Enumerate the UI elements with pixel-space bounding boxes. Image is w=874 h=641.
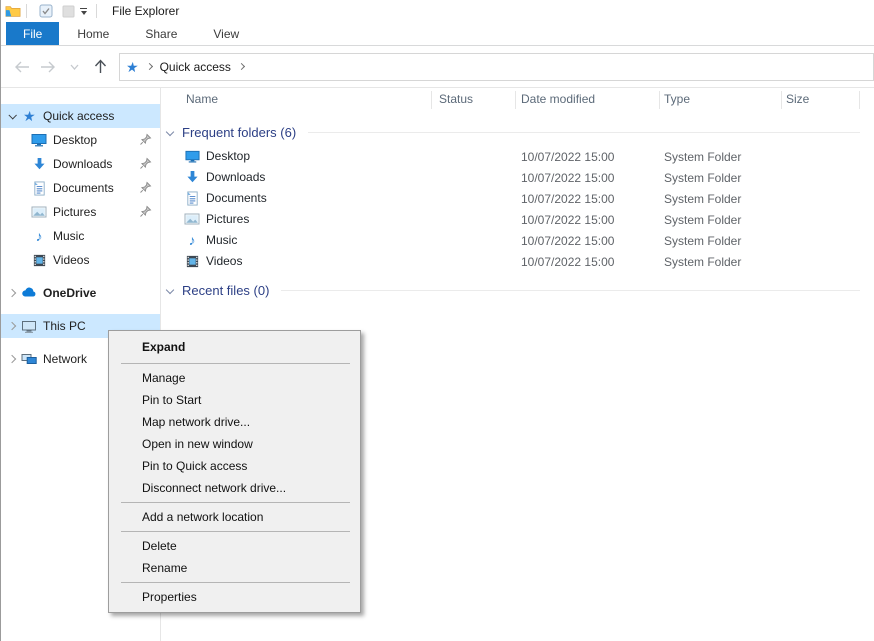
- group-header-recent-files[interactable]: Recent files (0): [167, 280, 874, 300]
- column-header-row: Name Status Date modified Type Size: [161, 88, 874, 112]
- breadcrumb-chevron-icon[interactable]: [146, 63, 153, 70]
- menu-item-delete[interactable]: Delete: [109, 535, 360, 557]
- chevron-down-icon[interactable]: [166, 128, 174, 136]
- sidebar-item-documents[interactable]: Documents: [1, 176, 160, 200]
- menu-divider: [121, 502, 350, 503]
- onedrive-icon: [21, 285, 37, 301]
- chevron-right-icon[interactable]: [8, 355, 16, 363]
- music-icon: ♪: [184, 232, 200, 248]
- column-divider[interactable]: [515, 91, 516, 109]
- back-button-icon[interactable]: [9, 54, 35, 80]
- column-header-type[interactable]: Type: [664, 92, 690, 106]
- tab-share[interactable]: Share: [127, 22, 195, 45]
- file-row-desktop[interactable]: Desktop 10/07/2022 15:00 System Folder: [161, 147, 874, 168]
- documents-icon: [184, 190, 200, 206]
- desktop-icon: [31, 132, 47, 148]
- divider: [26, 4, 27, 18]
- context-menu: Expand Manage Pin to Start Map network d…: [108, 330, 361, 613]
- sidebar-item-music[interactable]: ♪ Music: [1, 224, 160, 248]
- title-bar: File Explorer: [1, 0, 874, 22]
- column-divider[interactable]: [431, 91, 432, 109]
- pictures-icon: [184, 211, 200, 227]
- sidebar-item-onedrive[interactable]: OneDrive: [1, 281, 160, 305]
- menu-item-properties[interactable]: Properties: [109, 586, 360, 608]
- chevron-down-icon[interactable]: [166, 286, 174, 294]
- ribbon-tab-bar: File Home Share View: [1, 22, 874, 46]
- column-divider[interactable]: [781, 91, 782, 109]
- pin-icon: [139, 205, 152, 218]
- group-rule: [281, 290, 860, 291]
- column-header-name[interactable]: Name: [186, 92, 218, 106]
- pictures-icon: [31, 204, 47, 220]
- menu-item-manage[interactable]: Manage: [109, 367, 360, 389]
- properties-check-icon[interactable]: [38, 3, 54, 19]
- sidebar-item-downloads[interactable]: Downloads: [1, 152, 160, 176]
- menu-divider: [121, 363, 350, 364]
- pin-icon: [139, 181, 152, 194]
- sidebar-item-videos[interactable]: Videos: [1, 248, 160, 272]
- documents-icon: [31, 180, 47, 196]
- file-row-documents[interactable]: Documents 10/07/2022 15:00 System Folder: [161, 189, 874, 210]
- column-divider[interactable]: [659, 91, 660, 109]
- window-title: File Explorer: [112, 4, 179, 18]
- menu-item-map-network-drive[interactable]: Map network drive...: [109, 411, 360, 433]
- menu-item-pin-to-quick-access[interactable]: Pin to Quick access: [109, 455, 360, 477]
- navigation-bar: ★ Quick access: [1, 46, 874, 88]
- tab-file[interactable]: File: [6, 22, 59, 45]
- videos-icon: [31, 252, 47, 268]
- desktop-icon: [184, 148, 200, 164]
- file-row-downloads[interactable]: Downloads 10/07/2022 15:00 System Folder: [161, 168, 874, 189]
- new-folder-icon[interactable]: [60, 3, 76, 19]
- file-row-pictures[interactable]: Pictures 10/07/2022 15:00 System Folder: [161, 210, 874, 231]
- group-rule: [308, 132, 860, 133]
- menu-item-disconnect-network-drive[interactable]: Disconnect network drive...: [109, 477, 360, 499]
- pin-icon: [139, 133, 152, 146]
- tab-home[interactable]: Home: [59, 22, 127, 45]
- quick-access-star-icon: ★: [125, 60, 139, 74]
- divider: [96, 4, 97, 18]
- menu-divider: [121, 531, 350, 532]
- up-button-icon[interactable]: [87, 54, 113, 80]
- column-header-date-modified[interactable]: Date modified: [521, 92, 595, 106]
- file-explorer-window: File Explorer File Home Share View ★ Qui…: [0, 0, 874, 641]
- column-header-status[interactable]: Status: [439, 92, 473, 106]
- tab-view[interactable]: View: [195, 22, 257, 45]
- menu-item-expand[interactable]: Expand: [109, 334, 360, 360]
- downloads-icon: [31, 156, 47, 172]
- breadcrumb-chevron-icon[interactable]: [238, 63, 245, 70]
- menu-item-add-a-network-location[interactable]: Add a network location: [109, 506, 360, 528]
- breadcrumb-quick-access[interactable]: Quick access: [160, 60, 231, 74]
- pin-icon: [139, 157, 152, 170]
- menu-item-rename[interactable]: Rename: [109, 557, 360, 579]
- column-header-size[interactable]: Size: [786, 92, 809, 106]
- frequent-folders-list: Desktop 10/07/2022 15:00 System Folder D…: [161, 147, 874, 273]
- quick-access-star-icon: ★: [21, 108, 37, 124]
- file-row-music[interactable]: ♪ Music 10/07/2022 15:00 System Folder: [161, 231, 874, 252]
- menu-item-open-in-new-window[interactable]: Open in new window: [109, 433, 360, 455]
- chevron-down-icon[interactable]: [8, 111, 16, 119]
- column-divider[interactable]: [859, 91, 860, 109]
- menu-item-pin-to-start[interactable]: Pin to Start: [109, 389, 360, 411]
- this-pc-icon: [21, 318, 37, 334]
- sidebar-item-pictures[interactable]: Pictures: [1, 200, 160, 224]
- group-header-frequent-folders[interactable]: Frequent folders (6): [167, 122, 874, 142]
- videos-icon: [184, 253, 200, 269]
- sidebar-item-desktop[interactable]: Desktop: [1, 128, 160, 152]
- file-row-videos[interactable]: Videos 10/07/2022 15:00 System Folder: [161, 252, 874, 273]
- downloads-icon: [184, 169, 200, 185]
- network-icon: [21, 351, 37, 367]
- customize-toolbar-dropdown-icon[interactable]: [80, 8, 87, 15]
- chevron-right-icon[interactable]: [8, 289, 16, 297]
- sidebar-item-quick-access[interactable]: ★ Quick access: [1, 104, 160, 128]
- music-icon: ♪: [31, 228, 47, 244]
- chevron-right-icon[interactable]: [8, 322, 16, 330]
- menu-divider: [121, 582, 350, 583]
- recent-locations-dropdown-icon[interactable]: [61, 54, 87, 80]
- forward-button-icon[interactable]: [35, 54, 61, 80]
- file-explorer-logo-icon: [5, 3, 21, 19]
- address-bar[interactable]: ★ Quick access: [119, 53, 874, 81]
